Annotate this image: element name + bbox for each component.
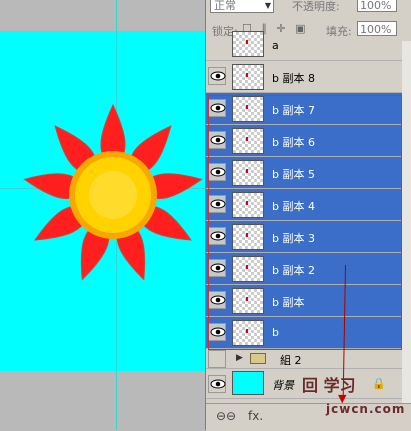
layer-name: b 副本 2 xyxy=(272,264,315,277)
layer-name: b 副本 6 xyxy=(272,136,315,149)
opacity-label: 不透明度: xyxy=(292,0,340,13)
layer-name: a xyxy=(272,39,279,52)
layer-name: b 副本 7 xyxy=(272,104,315,117)
layer-thumbnail xyxy=(232,160,264,186)
group-name: 組 2 xyxy=(280,354,302,367)
layer-group-row[interactable]: ▶ 組 2 xyxy=(206,349,411,369)
layer-thumbnail xyxy=(232,320,264,346)
opacity-field[interactable]: 100% xyxy=(357,0,397,12)
layers-list: a b 副本 8 b 副本 7 b 副本 6 b 副本 5 b 副本 4 b 副… xyxy=(206,31,411,399)
eye-icon[interactable] xyxy=(208,291,226,309)
watermark-logo: 回 学习 xyxy=(302,376,356,395)
layer-thumbnail xyxy=(232,256,264,282)
layer-row[interactable]: b 副本 5 xyxy=(206,157,411,189)
blend-row: 正常 ▼ 不透明度: 100% xyxy=(206,0,411,16)
layer-thumbnail xyxy=(232,288,264,314)
lock-icon: 🔒 xyxy=(372,377,386,390)
layer-name: b 副本 8 xyxy=(272,72,315,85)
eye-icon[interactable] xyxy=(208,227,226,245)
scrollbar[interactable] xyxy=(402,41,411,403)
layer-row-a[interactable]: a xyxy=(206,31,411,61)
watermark-text: jcwcn.com xyxy=(326,402,406,416)
layer-row[interactable]: b 副本 3 xyxy=(206,221,411,253)
fx-button[interactable]: fx. xyxy=(248,409,263,423)
layer-name: b xyxy=(272,326,279,339)
eye-icon[interactable] xyxy=(208,99,226,117)
eye-icon[interactable] xyxy=(208,259,226,277)
blend-mode-value: 正常 xyxy=(214,0,236,12)
layer-row[interactable]: b xyxy=(206,317,411,349)
layer-name: b 副本 3 xyxy=(272,232,315,245)
layer-thumbnail xyxy=(232,96,264,122)
layer-row[interactable]: b 副本 7 xyxy=(206,93,411,125)
layer-name: 背景 xyxy=(272,379,294,392)
layer-row[interactable]: b 副本 2 xyxy=(206,253,411,285)
eye-icon[interactable] xyxy=(208,163,226,181)
layer-row[interactable]: b 副本 6 xyxy=(206,125,411,157)
chevron-down-icon: ▼ xyxy=(264,1,271,10)
blend-mode-select[interactable]: 正常 ▼ xyxy=(210,0,274,13)
layer-row[interactable]: b 副本 xyxy=(206,285,411,317)
fill-label: 填充: xyxy=(326,25,352,38)
layer-thumbnail xyxy=(232,192,264,218)
layer-thumbnail xyxy=(232,371,264,395)
layer-thumbnail xyxy=(232,64,264,90)
layer-thumbnail xyxy=(232,224,264,250)
layer-thumbnail xyxy=(232,128,264,154)
chevron-right-icon[interactable]: ▶ xyxy=(236,353,243,363)
document-canvas-area[interactable] xyxy=(0,0,205,430)
layer-name: b 副本 xyxy=(272,296,305,309)
layer-name: b 副本 5 xyxy=(272,168,315,181)
folder-icon xyxy=(250,353,266,364)
layer-row[interactable]: b 副本 4 xyxy=(206,189,411,221)
eye-icon[interactable] xyxy=(208,323,226,341)
layer-row[interactable]: b 副本 8 xyxy=(206,61,411,93)
eye-icon[interactable] xyxy=(208,195,226,213)
fill-field[interactable]: 100% xyxy=(357,21,397,36)
link-layers-icon[interactable]: ⊖⊖ xyxy=(216,409,236,423)
eye-icon[interactable] xyxy=(208,131,226,149)
visibility-toggle[interactable] xyxy=(208,350,226,368)
layers-panel: 正常 ▼ 不透明度: 100% 锁定: ☐ ∥ ✛ ▣ 填充: 100% a b… xyxy=(205,0,411,431)
layer-name: b 副本 4 xyxy=(272,200,315,213)
eye-icon[interactable] xyxy=(208,375,226,393)
flower-artwork xyxy=(23,103,203,281)
layer-thumbnail xyxy=(232,31,264,57)
eye-icon[interactable] xyxy=(208,67,226,85)
